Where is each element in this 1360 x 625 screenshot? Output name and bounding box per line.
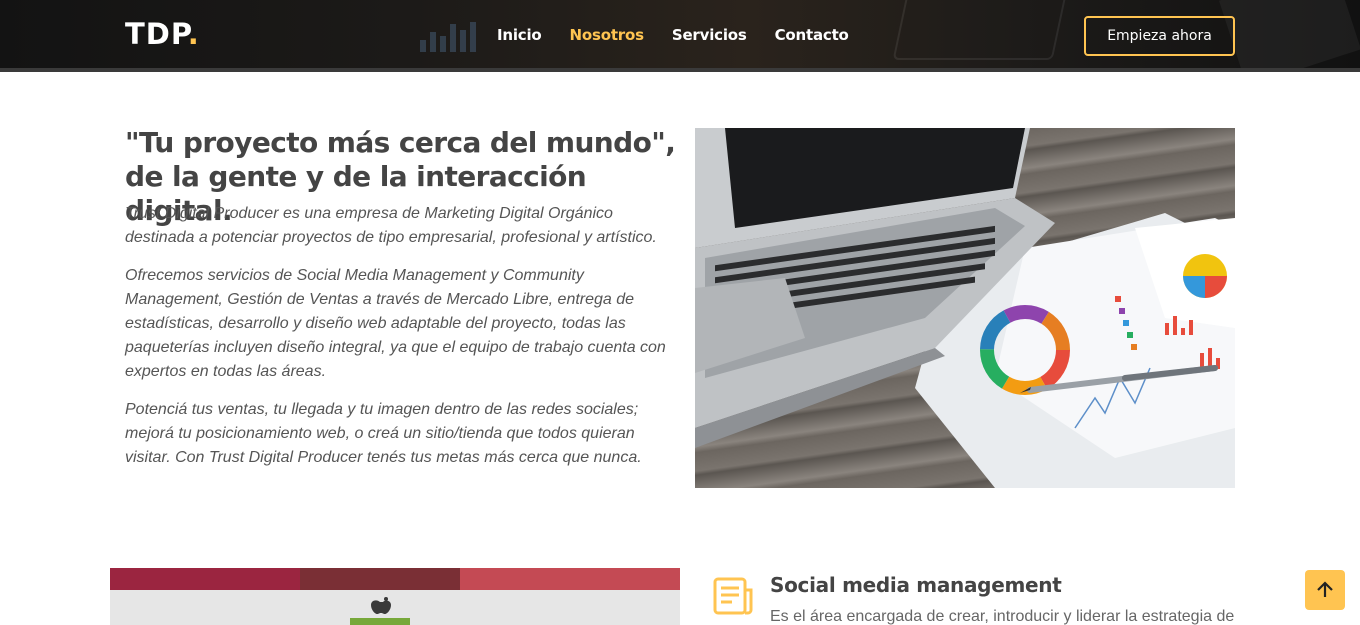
site-header: TDP. Inicio Nosotros Servicios Contacto … [0, 0, 1360, 72]
nav-item-contacto[interactable]: Contacto [775, 26, 849, 44]
back-to-top-button[interactable] [1305, 570, 1345, 610]
document-icon [712, 576, 756, 616]
nav-item-inicio[interactable]: Inicio [497, 26, 542, 44]
site-logo[interactable]: TDP. [125, 17, 200, 51]
about-paragraph: Ofrecemos servicios de Social Media Mana… [125, 267, 666, 380]
laptop-illustration [695, 128, 1235, 488]
laptop-with-charts-image [695, 128, 1235, 488]
imac-illustration [110, 568, 680, 625]
header-background-paper [1219, 0, 1360, 68]
imac-image [110, 568, 680, 625]
header-background-laptop [892, 0, 1068, 60]
service-description: Es el área encargada de crear, introduci… [770, 608, 1235, 625]
nav-item-servicios[interactable]: Servicios [672, 26, 747, 44]
about-paragraph: Potenciá tus ventas, tu llegada y tu ima… [125, 401, 642, 466]
logo-text: TDP [125, 17, 188, 51]
nav-item-nosotros[interactable]: Nosotros [570, 26, 644, 44]
arrow-up-icon [1317, 581, 1333, 597]
service-title: Social media management [770, 573, 1062, 597]
main-nav: Inicio Nosotros Servicios Contacto [497, 26, 877, 44]
about-paragraph: Trust Digital Producer es una empresa de… [125, 205, 657, 246]
start-now-button[interactable]: Empieza ahora [1084, 16, 1235, 56]
logo-dot: . [187, 17, 200, 51]
header-background-chart [420, 18, 490, 52]
about-text: Trust Digital Producer es una empresa de… [125, 202, 670, 470]
